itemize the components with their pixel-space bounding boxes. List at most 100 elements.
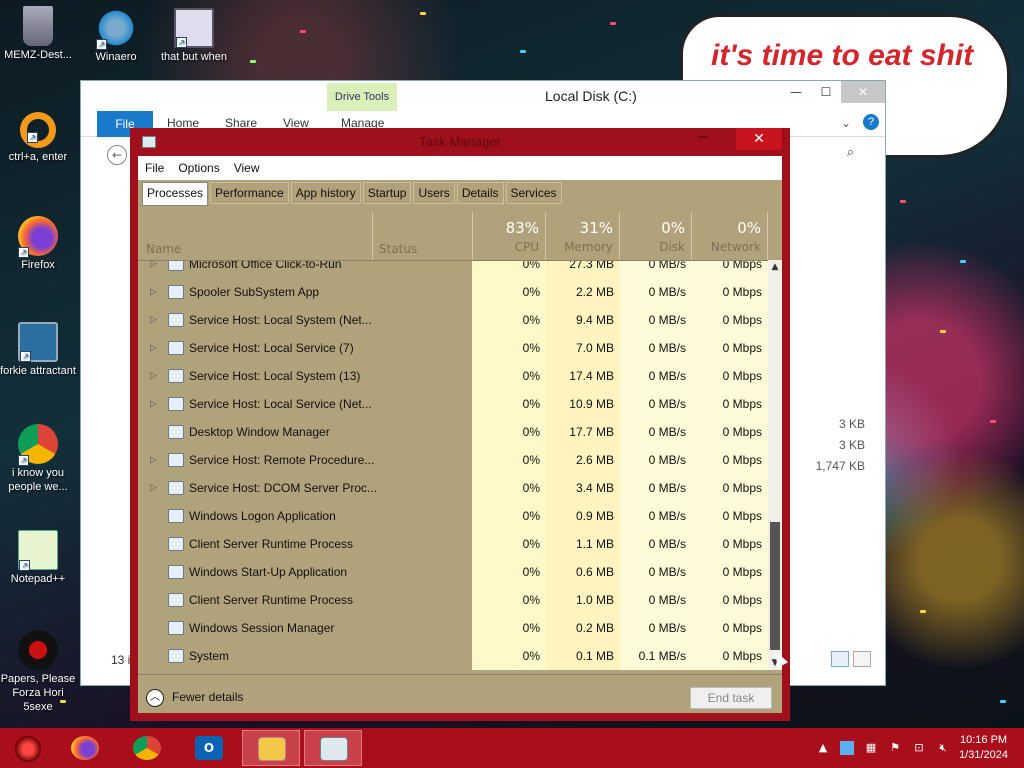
- table-row[interactable]: Client Server Runtime Process 0% 1.1 MB 0 M…: [138, 531, 768, 559]
- chevron-down-icon[interactable]: ⌄: [841, 116, 851, 130]
- taskbar-file-explorer[interactable]: [242, 730, 300, 766]
- table-row[interactable]: Windows Start-Up Application 0% 0.6 MB 0 MB…: [138, 559, 768, 587]
- process-list-scrollbar[interactable]: ▲ ▼: [768, 260, 782, 670]
- process-network: 0 Mbps: [722, 593, 762, 607]
- table-row[interactable]: ▷ Service Host: Local Service (7) 0% 7.0 MB…: [138, 335, 768, 363]
- column-header-disk[interactable]: 0% Disk: [620, 212, 692, 260]
- tab-services[interactable]: Services: [505, 182, 562, 204]
- network-share-icon[interactable]: ▦: [864, 741, 878, 755]
- taskbar-outlook[interactable]: O: [180, 730, 238, 766]
- table-row[interactable]: Windows Logon Application 0% 0.9 MB 0 MB/s 0…: [138, 503, 768, 531]
- process-icon: [168, 425, 184, 439]
- table-row[interactable]: ▷ Service Host: Local Service (Net... 0% 10…: [138, 391, 768, 419]
- task-manager-title: Task Manager: [419, 134, 501, 149]
- network-total: 0%: [737, 219, 761, 237]
- help-icon[interactable]: ?: [863, 114, 879, 130]
- process-icon: [168, 313, 184, 327]
- close-button[interactable]: ✕: [841, 81, 885, 103]
- process-disk: 0 MB/s: [648, 285, 686, 299]
- expand-row-icon[interactable]: ▷: [150, 482, 157, 493]
- taskbar-firefox[interactable]: [56, 730, 114, 766]
- process-name: Service Host: Local Service (Net...: [189, 397, 372, 411]
- end-task-button[interactable]: End task: [690, 687, 772, 709]
- expand-row-icon[interactable]: ▷: [150, 398, 157, 409]
- tab-performance[interactable]: Performance: [210, 182, 289, 204]
- expand-row-icon[interactable]: ▷: [150, 342, 157, 353]
- expand-row-icon[interactable]: ▷: [150, 286, 157, 297]
- column-header-cpu[interactable]: 83% CPU: [472, 212, 546, 260]
- clock-time: 10:16 PM: [959, 734, 1008, 746]
- tab-users[interactable]: Users: [413, 182, 455, 204]
- large-icons-view-icon[interactable]: [853, 651, 871, 667]
- desktop-icon-ctrl-a[interactable]: ↗ ctrl+a, enter: [0, 112, 76, 164]
- drive-tools-contextual-tab[interactable]: Drive Tools: [327, 83, 397, 111]
- flag-icon[interactable]: ⚑: [888, 741, 902, 755]
- desktop-icon-label: Winaero: [95, 51, 137, 63]
- table-row[interactable]: Client Server Runtime Process 0% 1.0 MB 0 M…: [138, 587, 768, 615]
- tab-processes[interactable]: Processes: [142, 182, 209, 206]
- menu-view[interactable]: View: [227, 156, 267, 180]
- expand-row-icon[interactable]: ▷: [150, 261, 157, 269]
- tab-details[interactable]: Details: [456, 182, 504, 204]
- expand-row-icon[interactable]: ▷: [150, 454, 157, 465]
- table-row[interactable]: Desktop Window Manager 0% 17.7 MB 0 MB/s 0 M…: [138, 419, 768, 447]
- taskbar-task-manager[interactable]: [304, 730, 362, 766]
- task-manager-icon: [320, 737, 348, 761]
- table-row[interactable]: ▷ Service Host: DCOM Server Proc... 0% 3.4 …: [138, 475, 768, 503]
- process-cpu: 0%: [522, 481, 540, 495]
- expand-row-icon[interactable]: ▷: [150, 370, 157, 381]
- desktop-icon-label: Firefox: [21, 259, 55, 271]
- minimize-button[interactable]: —: [781, 81, 811, 103]
- scrollbar-thumb[interactable]: [770, 522, 780, 650]
- task-manager-title-bar[interactable]: Task Manager ✕: [130, 128, 790, 156]
- table-row[interactable]: ▷ Service Host: Local System (13) 0% 17.4 M…: [138, 363, 768, 391]
- column-header-name[interactable]: Name: [146, 242, 181, 256]
- desktop-icon-papers-please[interactable]: Papers, Please Forza Hori 5sexe: [0, 630, 76, 714]
- taskbar-chrome[interactable]: [118, 730, 176, 766]
- desktop-icon-memz[interactable]: MEMZ-Dest...: [0, 6, 76, 62]
- expand-row-icon[interactable]: ▷: [150, 314, 157, 325]
- menu-options[interactable]: Options: [171, 156, 226, 180]
- network-icon[interactable]: ⊡: [912, 741, 926, 755]
- process-icon: [168, 649, 184, 663]
- process-memory: 0.9 MB: [575, 509, 614, 523]
- tab-app-history[interactable]: App history: [290, 182, 361, 204]
- table-row[interactable]: ▷ Service Host: Remote Procedure... 0% 2.6 …: [138, 447, 768, 475]
- close-button[interactable]: ✕: [736, 128, 782, 150]
- start-button[interactable]: [0, 730, 58, 766]
- desktop-icon-i-know-you[interactable]: ↗ i know you people we...: [0, 424, 76, 494]
- volume-muted-icon[interactable]: 🔇︎: [936, 741, 950, 755]
- fewer-details-button[interactable]: ︿ Fewer details: [146, 689, 243, 707]
- desktop-icon-forkie[interactable]: ↗ forkie attractant: [0, 322, 76, 378]
- process-name: Service Host: Local Service (7): [189, 341, 354, 355]
- table-row[interactable]: ▷ Service Host: Local System (Net... 0% 9.4…: [138, 307, 768, 335]
- details-view-icon[interactable]: [831, 651, 849, 667]
- tray-app-icon[interactable]: [840, 741, 854, 755]
- process-network: 0 Mbps: [722, 285, 762, 299]
- column-header-status[interactable]: Status: [379, 242, 417, 256]
- tab-startup[interactable]: Startup: [362, 182, 412, 204]
- desktop-icon-notepadpp[interactable]: ↗ Notepad++: [0, 530, 76, 586]
- desktop-icon-firefox[interactable]: ↗ Firefox: [0, 216, 76, 272]
- column-header-network[interactable]: 0% Network: [692, 212, 768, 260]
- table-row[interactable]: ▷ Spooler SubSystem App 0% 2.2 MB 0 MB/s 0 Mb…: [138, 279, 768, 307]
- taskbar-clock[interactable]: 10:16 PM 1/31/2024: [959, 733, 1008, 763]
- folder-icon: [258, 737, 286, 761]
- maximize-button[interactable]: ☐: [811, 81, 841, 103]
- search-icon[interactable]: ⌕: [847, 145, 854, 160]
- back-icon[interactable]: ←: [107, 145, 127, 165]
- scroll-up-icon[interactable]: ▲: [768, 262, 782, 272]
- desktop-icon-winaero[interactable]: ↗ Winaero: [78, 8, 154, 64]
- minimize-button[interactable]: [698, 136, 708, 138]
- desktop-icon-that-but-when[interactable]: ↗ that but when: [156, 8, 232, 64]
- menu-file[interactable]: File: [138, 156, 171, 180]
- column-header-memory[interactable]: 31% Memory: [546, 212, 620, 260]
- process-memory: 0.2 MB: [575, 621, 614, 635]
- table-row[interactable]: System 0% 0.1 MB 0.1 MB/s 0 Mbps: [138, 643, 768, 670]
- process-icon: [168, 509, 184, 523]
- process-list[interactable]: ▷ Microsoft Office Click-to-Run 0% 27.3 MB 0…: [138, 260, 768, 670]
- show-hidden-icons-icon[interactable]: ▲: [816, 741, 830, 755]
- table-row[interactable]: ▷ Microsoft Office Click-to-Run 0% 27.3 MB 0…: [138, 261, 768, 279]
- task-manager-window[interactable]: Task Manager ✕ File Options View Process…: [130, 128, 790, 721]
- table-row[interactable]: Windows Session Manager 0% 0.2 MB 0 MB/s 0 M…: [138, 615, 768, 643]
